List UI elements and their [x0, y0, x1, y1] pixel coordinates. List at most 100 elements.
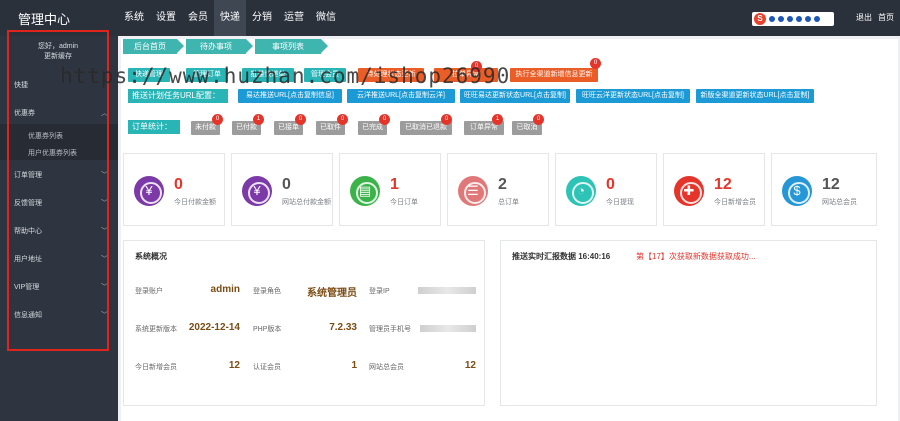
stat-caption: 今日新增会员: [714, 199, 756, 206]
overview-key: PHP版本: [253, 326, 282, 333]
copy-yida-status-url-button[interactable]: 旺旺易达更新状态URL[点击复制]: [460, 89, 570, 103]
nav-system[interactable]: 系统: [118, 0, 150, 36]
stat-card-total-payment: ¥0 网站总付款金额: [231, 153, 333, 226]
pie-chart-icon: ◔: [566, 176, 596, 206]
overview-key: 今日新增会员: [135, 364, 177, 371]
yen-icon: ¥: [134, 176, 164, 206]
stat-value: 0: [282, 176, 291, 193]
overview-key: 登录IP: [369, 288, 390, 295]
brand-title: 管理中心: [18, 12, 71, 27]
stat-caption: 今日订单: [390, 199, 418, 206]
add-user-icon: ✚: [674, 176, 704, 206]
stat-value: 1: [390, 176, 399, 193]
copy-yida-url-button[interactable]: 易达推送URL[点击复制信息]: [238, 89, 342, 103]
refresh-cache-link[interactable]: 更新缓存: [10, 52, 106, 62]
stat-card-today-payment: ¥0 今日付款金额: [123, 153, 225, 226]
overview-value: admin: [210, 284, 240, 295]
stat-caption: 今日提现: [606, 199, 634, 206]
stat-card-new-members: ✚ 12 今日新增会员: [663, 153, 765, 226]
sidebar-item-notifications[interactable]: 信息通知 ﹀: [14, 310, 108, 320]
money-bag-icon: $: [782, 176, 812, 206]
nav-members[interactable]: 会员: [182, 0, 214, 36]
overview-value: 2022-12-14: [188, 322, 240, 333]
notification-badge: 0: [379, 114, 390, 125]
copy-omni-status-url-button[interactable]: 新版全渠道更新状态URL[点击复制]: [696, 89, 814, 103]
greeting-text: 您好，admin: [37, 43, 79, 50]
notification-badge: 0: [337, 114, 348, 125]
sidebar-greeting: 您好，admin 更新缓存: [10, 42, 106, 62]
ime-dot-icon: [787, 16, 793, 22]
sidebar-item-feedback[interactable]: 反馈管理 ﹀: [14, 198, 108, 208]
overview-key: 登录账户: [135, 288, 163, 295]
ime-dot-icon: [805, 16, 811, 22]
sidebar-subitem-user-coupon-list[interactable]: 用户优惠券列表: [28, 148, 77, 158]
ime-dot-icon: [769, 16, 775, 22]
notification-badge: 0: [295, 114, 306, 125]
sidebar-item-label: 订单管理: [14, 172, 42, 179]
stat-card-today-withdraw: ◔ 0 今日提现: [555, 153, 657, 226]
quick-menu-label[interactable]: 快捷: [14, 80, 28, 90]
omni-update-button[interactable]: 执行全渠道新增信息更新: [510, 68, 598, 82]
sidebar-item-coupons[interactable]: 优惠券 ︿: [14, 108, 108, 118]
notification-badge: 0: [441, 114, 452, 125]
breadcrumb-home[interactable]: 后台首页: [123, 39, 184, 54]
overview-key: 网站总会员: [369, 364, 404, 371]
sidebar-item-help[interactable]: 帮助中心 ﹀: [14, 226, 108, 236]
stat-caption: 总订单: [498, 199, 519, 206]
sidebar-item-label: 优惠券: [14, 110, 35, 117]
stat-card-total-members: $12 网站总会员: [771, 153, 877, 226]
chevron-down-icon: ﹀: [101, 312, 108, 319]
sidebar-subitem-coupon-list[interactable]: 优惠券列表: [28, 131, 63, 141]
copy-yunyang-url-button[interactable]: 云洋推送URL[点击复制云洋]: [347, 89, 455, 103]
document-icon: ▤: [350, 176, 380, 206]
sogou-ime-icon: S: [754, 13, 766, 25]
nav-wechat[interactable]: 微信: [310, 0, 342, 36]
overview-title: 系统概况: [135, 252, 167, 261]
notification-badge: 0: [533, 114, 544, 125]
nav-express[interactable]: 快递: [214, 0, 246, 36]
ime-dot-icon: [814, 16, 820, 22]
chevron-down-icon: ﹀: [101, 228, 108, 235]
stat-value: 2: [498, 176, 507, 193]
stat-card-today-orders: ▤ 1 今日订单: [339, 153, 441, 226]
overview-key: 登录角色: [253, 288, 281, 295]
list-icon: ☰: [458, 176, 488, 206]
overview-value: 1: [351, 360, 357, 371]
logout-link[interactable]: 退出: [856, 12, 872, 23]
redacted-ip: [418, 287, 476, 294]
yen-icon: ¥: [242, 176, 272, 206]
overview-key: 管理员手机号: [369, 326, 411, 333]
breadcrumb-todo[interactable]: 待办事项: [186, 39, 253, 54]
push-config-label: 推送计划任务URL配置：: [128, 89, 228, 103]
chevron-down-icon: ﹀: [101, 172, 108, 179]
stat-caption: 网站总会员: [822, 199, 857, 206]
top-right-links: 退出 首页: [856, 12, 894, 23]
overview-panel: [123, 240, 485, 406]
nav-settings[interactable]: 设置: [150, 0, 182, 36]
nav-distribution[interactable]: 分销: [246, 0, 278, 36]
realtime-message: 第【17】次获取新数据获取成功...: [636, 252, 756, 261]
sidebar-item-orders[interactable]: 订单管理 ﹀: [14, 170, 108, 180]
sidebar-item-vip[interactable]: VIP管理 ﹀: [14, 282, 108, 292]
ime-toolbar[interactable]: S: [752, 12, 834, 26]
watermark-text: https://www.huzhan.com/ishop26990: [60, 64, 511, 88]
sidebar-item-label: 反馈管理: [14, 200, 42, 207]
overview-key: 认证会员: [253, 364, 281, 371]
sidebar-item-address[interactable]: 用户地址 ﹀: [14, 254, 108, 264]
top-bar: 管理中心 系统 设置 会员 快递 分销 运营 微信 S 退出 首页: [0, 0, 900, 36]
home-link[interactable]: 首页: [878, 12, 894, 23]
realtime-title: 推送实时汇报数据 16:40:16: [512, 252, 611, 261]
chevron-up-icon: ︿: [101, 110, 108, 117]
sidebar-item-label: VIP管理: [14, 284, 40, 291]
nav-operations[interactable]: 运营: [278, 0, 310, 36]
stat-value: 0: [606, 176, 615, 193]
stat-card-total-orders: ☰ 2 总订单: [447, 153, 549, 226]
sidebar-item-label: 用户地址: [14, 256, 42, 263]
copy-yunyang-status-url-button[interactable]: 旺旺云洋更新状态URL[点击复制]: [576, 89, 690, 103]
notification-badge: 0: [212, 114, 223, 125]
stat-value: 12: [822, 176, 840, 193]
stat-value: 0: [174, 176, 183, 193]
top-nav: 系统 设置 会员 快递 分销 运营 微信: [118, 0, 342, 36]
redacted-phone: [420, 325, 476, 332]
notification-badge: 0: [590, 58, 601, 69]
